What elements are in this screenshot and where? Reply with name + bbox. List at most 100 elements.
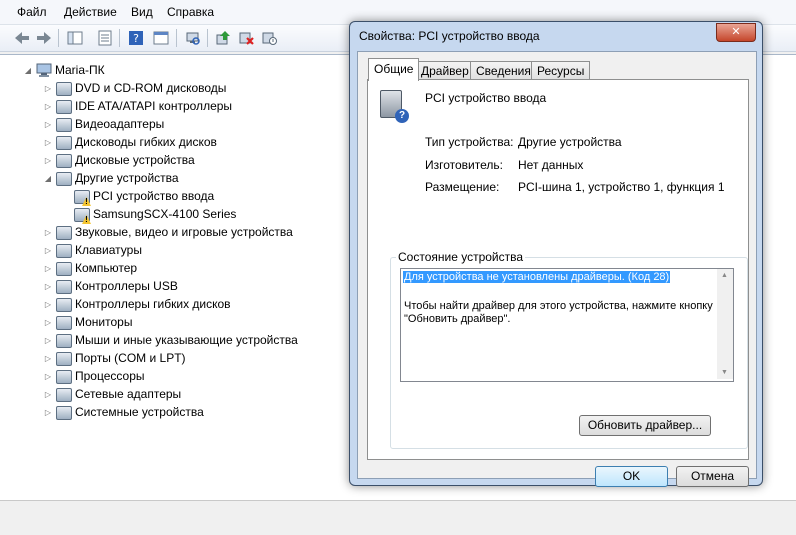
- tree-item[interactable]: ▷ Дисководы гибких дисков: [44, 133, 217, 151]
- expand-icon[interactable]: ▷: [44, 259, 52, 277]
- tree-item-label: SamsungSCX-4100 Series: [93, 207, 237, 221]
- tree-item-label: Дисководы гибких дисков: [75, 135, 217, 149]
- status-scrollbar[interactable]: ▲ ▼: [717, 269, 733, 379]
- manufacturer-label: Изготовитель:: [425, 158, 503, 172]
- scroll-up-icon[interactable]: ▲: [721, 272, 728, 279]
- device-category-icon: [56, 118, 72, 132]
- update-driver-icon[interactable]: [214, 29, 232, 47]
- tree-item-label: Порты (COM и LPT): [75, 351, 186, 365]
- help-icon[interactable]: ?: [127, 29, 145, 47]
- tree-item[interactable]: ▷ Клавиатуры: [44, 241, 142, 259]
- tab-resources[interactable]: Ресурсы: [531, 61, 591, 80]
- device-category-icon: [56, 136, 72, 150]
- uninstall-icon[interactable]: [237, 29, 255, 47]
- show-hide-console-tree-icon[interactable]: [66, 29, 84, 47]
- device-category-icon: [56, 280, 72, 294]
- update-driver-button[interactable]: Обновить драйвер...: [579, 415, 711, 436]
- device-category-icon: [56, 388, 72, 402]
- device-category-icon: [56, 316, 72, 330]
- computer-icon: [36, 62, 52, 78]
- tree-item[interactable]: ▷ Видеоадаптеры: [44, 115, 164, 133]
- tree-item[interactable]: ▷ Контроллеры USB: [44, 277, 178, 295]
- tree-item-label: Видеоадаптеры: [75, 117, 165, 131]
- menu-file[interactable]: Файл: [17, 5, 47, 19]
- tree-item[interactable]: ▷ Звуковые, видео и игровые устройства: [44, 223, 293, 241]
- expand-icon[interactable]: ▷: [44, 367, 52, 385]
- tree-item[interactable]: ▷ Дисковые устройства: [44, 151, 195, 169]
- tree-item-label: Контроллеры USB: [75, 279, 178, 293]
- status-bar: [0, 500, 796, 535]
- expand-icon[interactable]: ▷: [44, 79, 52, 97]
- expand-icon[interactable]: ▷: [44, 115, 52, 133]
- device-type-label: Тип устройства:: [425, 135, 514, 149]
- properties-dialog: Свойства: PCI устройство ввода ✕ Общие Д…: [349, 21, 763, 487]
- tree-item[interactable]: ▷ Контроллеры гибких дисков: [44, 295, 231, 313]
- tree-item[interactable]: ▷ Порты (COM и LPT): [44, 349, 186, 367]
- unknown-device-icon: [380, 90, 409, 123]
- expand-icon[interactable]: ▷: [44, 349, 52, 367]
- device-category-icon: [56, 100, 72, 114]
- expand-icon[interactable]: ▷: [44, 223, 52, 241]
- cancel-button[interactable]: Отмена: [676, 466, 749, 487]
- tree-item-label: PCI устройство ввода: [93, 189, 215, 203]
- properties-icon[interactable]: [96, 29, 114, 47]
- tree-item-label: Клавиатуры: [75, 243, 142, 257]
- expand-icon[interactable]: ▷: [44, 295, 52, 313]
- tab-details[interactable]: Сведения: [470, 61, 537, 80]
- scroll-down-icon[interactable]: ▼: [721, 369, 728, 376]
- expand-icon[interactable]: ▷: [44, 151, 52, 169]
- menu-view[interactable]: Вид: [131, 5, 153, 19]
- tree-item-label: Компьютер: [75, 261, 138, 275]
- tree-item[interactable]: PCI устройство ввода: [62, 187, 214, 205]
- location-value: PCI-шина 1, устройство 1, функция 1: [518, 180, 725, 194]
- device-status-textbox[interactable]: Для устройства не установлены драйверы. …: [400, 268, 734, 382]
- tree-item[interactable]: ▷ Мониторы: [44, 313, 132, 331]
- expand-icon[interactable]: ▷: [44, 385, 52, 403]
- expand-icon[interactable]: ▷: [44, 277, 52, 295]
- tree-item[interactable]: ▷ DVD и CD-ROM дисководы: [44, 79, 226, 97]
- expand-icon[interactable]: ▷: [44, 133, 52, 151]
- tree-item[interactable]: ▷ Процессоры: [44, 367, 145, 385]
- expand-icon[interactable]: ◢: [44, 169, 52, 187]
- tree-root[interactable]: ◢ Maria-ПК: [25, 61, 105, 79]
- menu-action[interactable]: Действие: [64, 5, 117, 19]
- device-category-icon: [56, 370, 72, 384]
- tree-item[interactable]: ▷ Системные устройства: [44, 403, 204, 421]
- expand-icon[interactable]: ▷: [44, 331, 52, 349]
- device-category-icon: [56, 172, 72, 186]
- back-icon[interactable]: [13, 29, 31, 47]
- forward-icon[interactable]: [35, 29, 53, 47]
- status-error-text: Для устройства не установлены драйверы. …: [403, 271, 671, 283]
- tree-item-label: Дисковые устройства: [75, 153, 195, 167]
- tree-item[interactable]: ▷ Мыши и иные указывающие устройства: [44, 331, 298, 349]
- tab-driver[interactable]: Драйвер: [415, 61, 475, 80]
- menu-help[interactable]: Справка: [167, 5, 214, 19]
- disable-device-icon[interactable]: [260, 29, 278, 47]
- tree-item[interactable]: ◢ Другие устройства: [44, 169, 179, 187]
- device-category-icon: [56, 82, 72, 96]
- expand-icon[interactable]: ▷: [44, 97, 52, 115]
- device-name: PCI устройство ввода: [425, 91, 547, 105]
- close-button[interactable]: ✕: [716, 23, 756, 42]
- tree-item[interactable]: ▷ Компьютер: [44, 259, 137, 277]
- tree-item-label: Контроллеры гибких дисков: [75, 297, 231, 311]
- console-icon[interactable]: [152, 29, 170, 47]
- tree-item-label: IDE ATA/ATAPI контроллеры: [75, 99, 233, 113]
- tree-item[interactable]: SamsungSCX-4100 Series: [62, 205, 236, 223]
- status-hint-text: Чтобы найти драйвер для этого устройства…: [404, 300, 713, 325]
- tree-item[interactable]: ▷ IDE ATA/ATAPI контроллеры: [44, 97, 232, 115]
- device-category-icon: [56, 244, 72, 258]
- tab-general[interactable]: Общие: [368, 58, 420, 81]
- tree-item[interactable]: ▷ Сетевые адаптеры: [44, 385, 181, 403]
- ok-button[interactable]: OK: [595, 466, 668, 487]
- expand-icon[interactable]: ▷: [44, 241, 52, 259]
- device-status-title: Состояние устройства: [396, 250, 526, 264]
- device-category-icon: [56, 298, 72, 312]
- collapse-icon[interactable]: ◢: [24, 61, 32, 79]
- device-category-icon: [56, 262, 72, 276]
- toolbar-divider: [207, 29, 208, 47]
- scan-hardware-icon[interactable]: [184, 29, 202, 47]
- expand-icon[interactable]: ▷: [44, 313, 52, 331]
- expand-icon[interactable]: ▷: [44, 403, 52, 421]
